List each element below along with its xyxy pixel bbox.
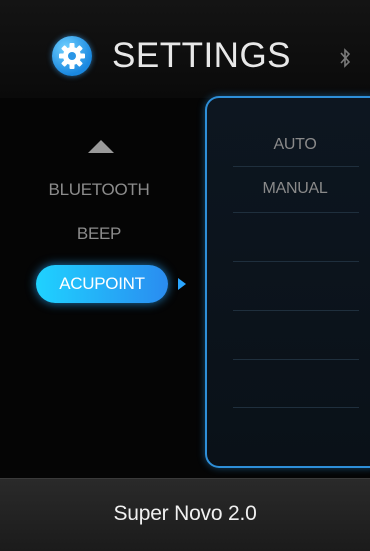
options-panel: AUTO MANUAL (205, 96, 370, 468)
gear-icon[interactable] (52, 36, 92, 76)
divider (233, 212, 359, 213)
divider (233, 261, 359, 262)
chevron-up-icon[interactable] (88, 140, 114, 153)
divider (233, 359, 359, 360)
option-auto[interactable]: AUTO (235, 122, 355, 168)
option-manual[interactable]: MANUAL (235, 166, 355, 212)
page-title: SETTINGS (112, 36, 292, 75)
menu-item-bluetooth[interactable]: BLUETOOTH (34, 180, 164, 200)
bluetooth-icon (338, 48, 352, 68)
triangle-right-icon (178, 278, 186, 290)
divider (233, 310, 359, 311)
menu-item-beep[interactable]: BEEP (34, 224, 164, 244)
header: SETTINGS (0, 0, 370, 98)
divider (233, 407, 359, 408)
device-name: Super Novo 2.0 (113, 502, 257, 525)
footer: Super Novo 2.0 (0, 478, 370, 551)
menu-item-acupoint[interactable]: ACUPOINT (36, 265, 168, 303)
